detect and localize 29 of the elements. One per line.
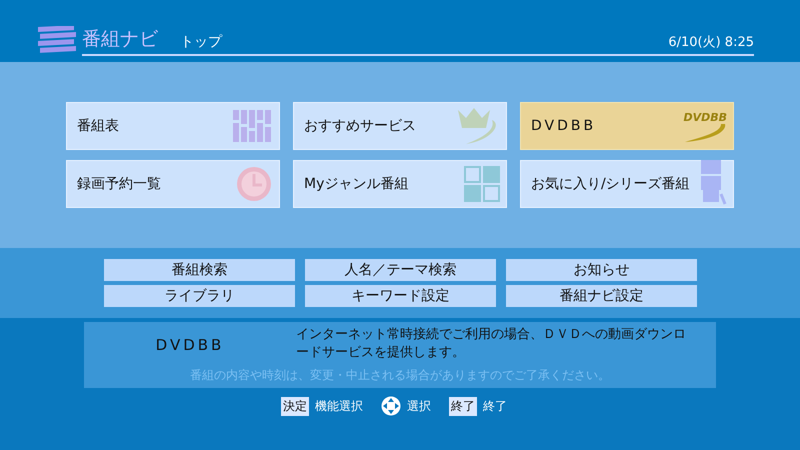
grid-icon	[233, 110, 273, 142]
menu-tile[interactable]: 録画予約一覧	[66, 160, 280, 208]
page-title: トップ	[180, 33, 222, 51]
legend-label: 終了	[483, 398, 507, 414]
legend-label: 選択	[407, 398, 431, 414]
logo-text: DVDBB	[683, 110, 727, 124]
info-description: インターネット常時接続でご利用の場合、ＤＶＤへの動画ダウンロードサービスを提供します。	[296, 326, 687, 362]
date-time: 6/10(火) 8:25	[668, 34, 754, 51]
menu-button[interactable]: 人名／テーマ検索	[305, 259, 496, 281]
menu-tile[interactable]: おすすめサービス	[293, 102, 507, 150]
menu-tile[interactable]: Myジャンル番組	[293, 160, 507, 208]
tiles-icon	[464, 166, 500, 202]
menu-tile[interactable]: 番組表	[66, 102, 280, 150]
info-title: DVDBB	[154, 335, 226, 356]
menu-tile[interactable]: お気に入り/シリーズ番組	[520, 160, 734, 208]
menu-button[interactable]: お知らせ	[506, 259, 697, 281]
clock-icon	[235, 165, 273, 203]
menu-button[interactable]: 番組検索	[104, 259, 295, 281]
menu-button[interactable]: 番組ナビ設定	[506, 285, 697, 307]
remote-key: 終了	[449, 396, 477, 416]
dpad-icon	[381, 396, 401, 416]
menu-button[interactable]: キーワード設定	[305, 285, 496, 307]
menu-button[interactable]: ライブラリ	[104, 285, 295, 307]
notice-text: 番組の内容や時刻は、変更・中止される場合がありますのでご了承ください。	[189, 367, 611, 384]
legend-label: 機能選択	[315, 398, 363, 414]
app-logo-icon	[38, 26, 76, 56]
remote-key: 決定	[281, 396, 309, 416]
app-title: 番組ナビ	[82, 27, 158, 52]
menu-tile[interactable]: DVDBB DVDBB	[520, 102, 734, 150]
